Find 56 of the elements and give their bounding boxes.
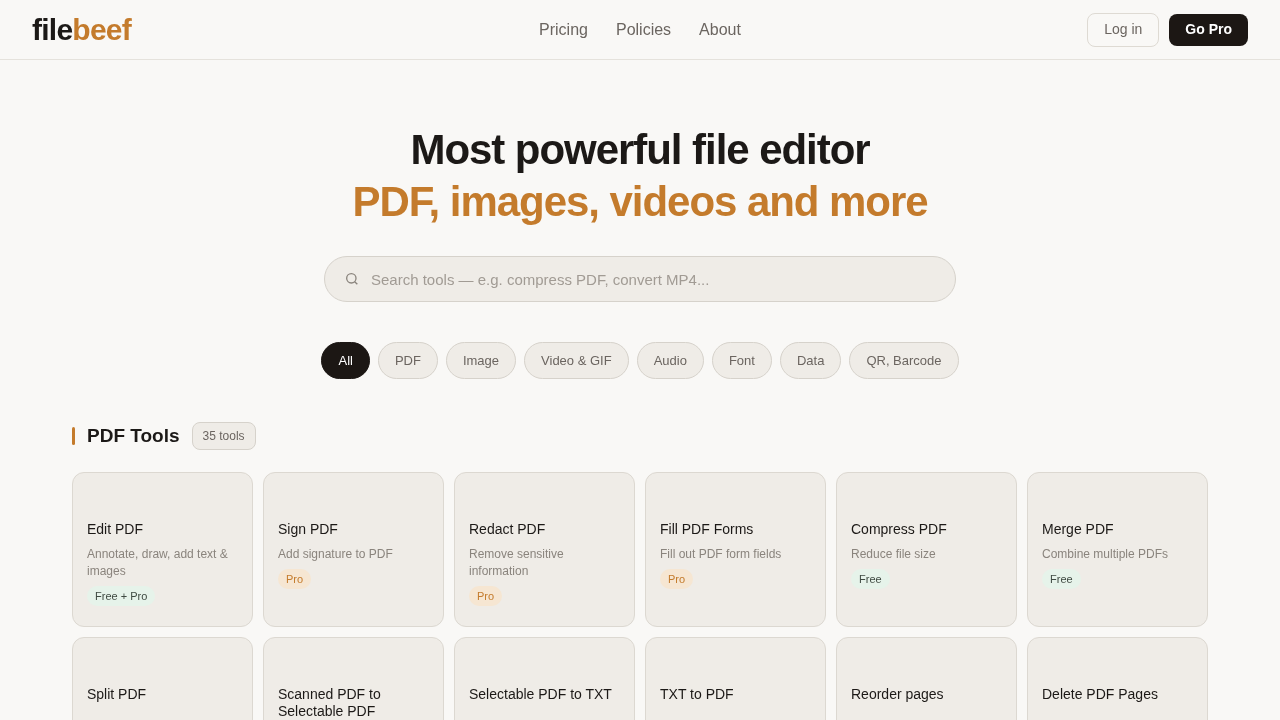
search-icon: [344, 271, 360, 287]
nav-link[interactable]: Pricing: [539, 17, 588, 42]
tool-card[interactable]: Compress PDF Reduce file size Free: [836, 471, 1017, 627]
filter-chip[interactable]: PDF: [377, 342, 438, 379]
tool-title: Scanned PDF to Selectable PDF: [278, 685, 382, 720]
tool-title: Reorder pages: [851, 685, 945, 703]
filter-chip[interactable]: Data: [779, 342, 842, 379]
plan-badge: Pro: [660, 568, 694, 589]
go-pro-button[interactable]: Go Pro: [1169, 13, 1248, 46]
tool-card[interactable]: Sign PDF Add signature to PDF Pro: [263, 471, 444, 627]
filter-chip[interactable]: All: [321, 342, 370, 379]
tool-title: Fill PDF Forms: [660, 520, 755, 538]
tool-title: Compress PDF: [851, 520, 948, 538]
tool-card[interactable]: Merge PDF Combine multiple PDFs Free: [1027, 471, 1208, 627]
tool-card[interactable]: Reorder pages: [836, 636, 1017, 720]
tool-title: Selectable PDF to TXT: [469, 685, 613, 703]
tool-title: Sign PDF: [278, 520, 339, 538]
filter-chip[interactable]: Font: [711, 342, 772, 379]
nav-link[interactable]: About: [699, 17, 741, 42]
tool-title: Merge PDF: [1042, 520, 1115, 538]
tool-card[interactable]: Selectable PDF to TXT: [454, 636, 635, 720]
tool-description: Remove sensitive information: [469, 545, 565, 580]
tool-description: Fill out PDF form fields: [660, 545, 783, 563]
plan-badge: Pro: [469, 585, 503, 606]
tool-description: Reduce file size: [851, 545, 937, 563]
tool-title: Delete PDF Pages: [1042, 685, 1159, 703]
login-button[interactable]: Log in: [1087, 12, 1160, 47]
filter-chip[interactable]: Audio: [636, 342, 704, 379]
search-field[interactable]: Search tools — e.g. compress PDF, convert MP4...: [324, 256, 956, 302]
plan-badge: Pro: [278, 568, 312, 589]
tool-card[interactable]: Edit PDF Annotate, draw, add text & images Free + Pro: [72, 471, 253, 627]
tool-description: Add signature to PDF: [278, 545, 394, 563]
tool-description: Annotate, draw, add text & images: [87, 545, 229, 580]
tool-card[interactable]: Split PDF: [72, 636, 253, 720]
tool-card[interactable]: Redact PDF Remove sensitive information Pro: [454, 471, 635, 627]
plan-badge: Free + Pro: [87, 585, 156, 606]
tool-title: Edit PDF: [87, 520, 144, 538]
tool-card[interactable]: Fill PDF Forms Fill out PDF form fields Pro: [645, 471, 826, 627]
plan-badge: Free: [851, 568, 890, 589]
tool-title: TXT to PDF: [660, 685, 735, 703]
tool-title: Redact PDF: [469, 520, 547, 538]
filter-chip[interactable]: Video & GIF: [524, 342, 629, 379]
logo[interactable]: filebeef: [32, 14, 332, 45]
tool-card[interactable]: Delete PDF Pages: [1027, 636, 1208, 720]
filter-chip[interactable]: QR, Barcode: [849, 342, 959, 379]
tool-description: Combine multiple PDFs: [1042, 545, 1170, 563]
section-title: PDF Tools: [87, 424, 180, 448]
filter-chip[interactable]: Image: [445, 342, 517, 379]
tool-title: Split PDF: [87, 685, 148, 703]
nav-link[interactable]: Policies: [615, 17, 672, 42]
plan-badge: Free: [1042, 568, 1081, 589]
hero-title: Most powerful file editor: [410, 125, 870, 175]
tool-count: 35 tools: [191, 422, 256, 451]
hero-subtitle: PDF, images, videos and more: [352, 177, 928, 227]
tool-card[interactable]: TXT to PDF: [645, 636, 826, 720]
tool-card[interactable]: Scanned PDF to Selectable PDF: [263, 636, 444, 720]
